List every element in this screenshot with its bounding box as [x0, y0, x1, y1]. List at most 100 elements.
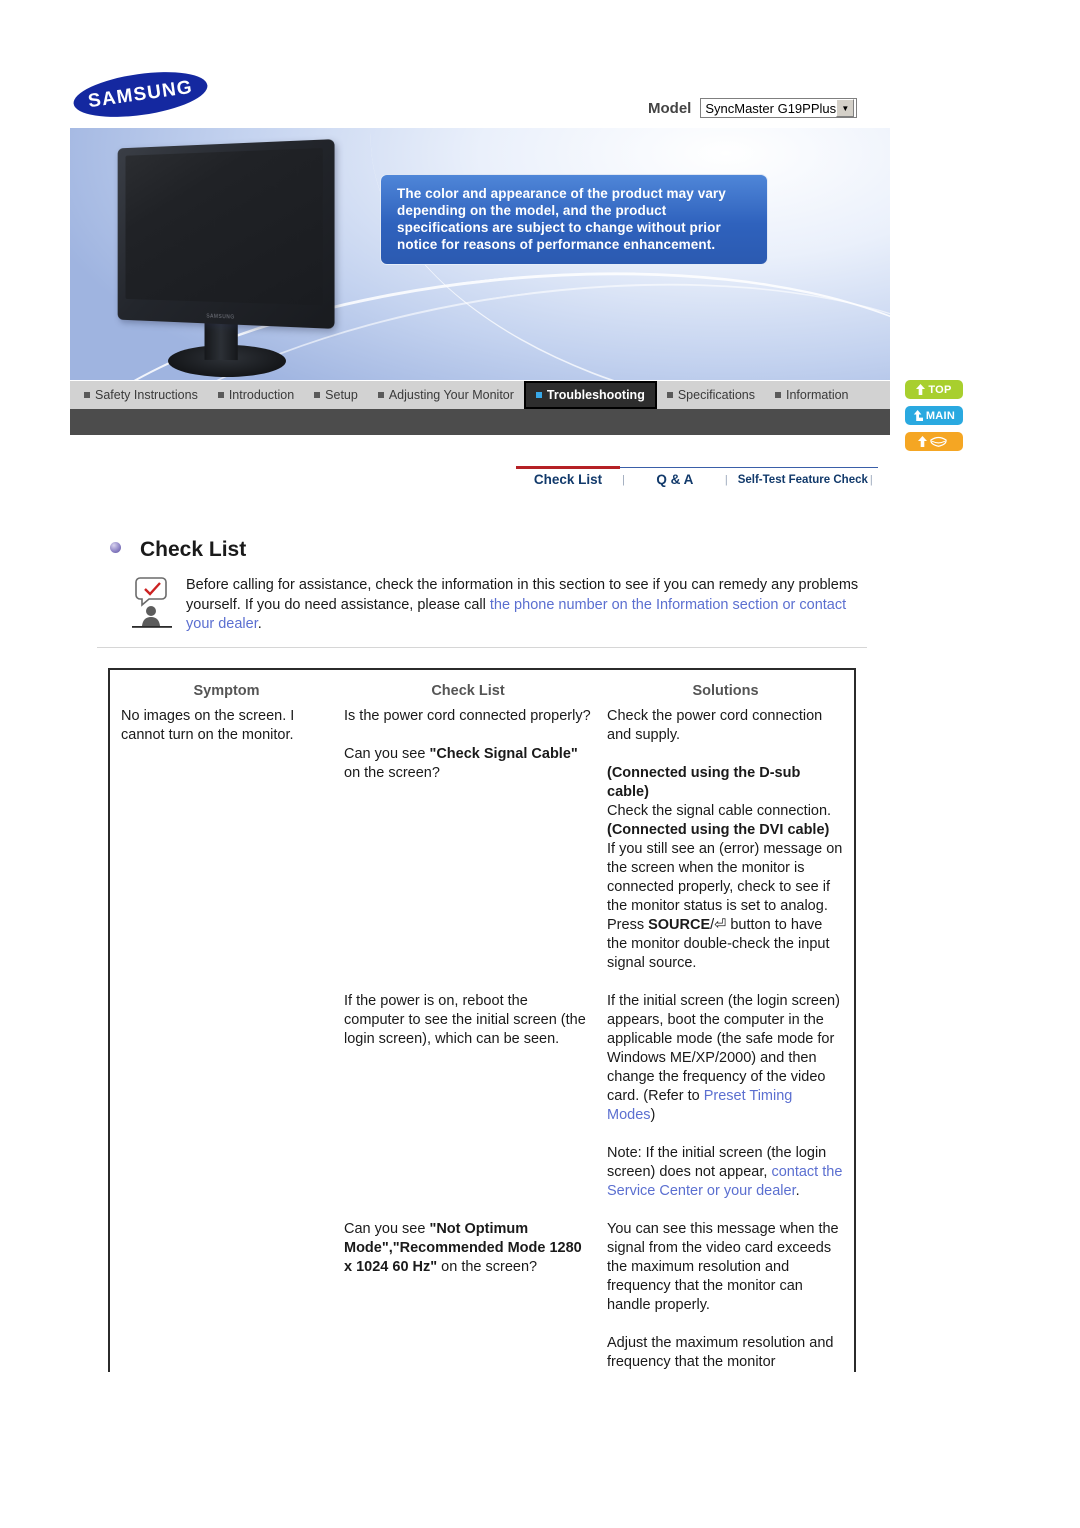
column-header-check-list: Check List — [431, 683, 505, 699]
monitor-bezel: SAMSUNG — [117, 139, 335, 329]
mail-button[interactable] — [905, 432, 963, 451]
mail-icon — [930, 436, 947, 447]
tab-check-list[interactable]: Check List — [516, 472, 620, 487]
top-button[interactable]: TOP — [905, 380, 963, 399]
cell-symptom — [110, 973, 340, 1201]
main-button-label: MAIN — [925, 409, 956, 422]
main-button[interactable]: MAIN — [905, 406, 963, 425]
solution-source-bold: SOURCE — [648, 917, 711, 933]
enter-key-glyph: /⏎ — [710, 917, 727, 933]
nav-item-introduction[interactable]: Introduction — [208, 381, 304, 409]
cell-check-list: Can you see "Not Optimum Mode","Recommen… — [340, 1201, 602, 1372]
cell-solutions: You can see this message when the signal… — [602, 1201, 852, 1372]
bullet-square-icon — [84, 392, 90, 398]
tab-rule — [620, 467, 878, 468]
model-dropdown[interactable]: SyncMaster G19PPlus ▼ — [700, 98, 858, 118]
samsung-logo: SAMSUNG — [70, 64, 211, 125]
product-notice-box: The color and appearance of the product … — [380, 174, 768, 265]
product-notice-text: The color and appearance of the product … — [397, 186, 726, 252]
nav-item-troubleshooting[interactable]: Troubleshooting — [523, 381, 657, 409]
bullet-square-icon — [535, 392, 542, 398]
nav-item-label: Troubleshooting — [546, 388, 645, 402]
samsung-logo-text: SAMSUNG — [86, 76, 195, 112]
checklist-suffix: on the screen? — [344, 765, 440, 781]
solution-text-b: Note: If the initial screen (the login s… — [607, 1144, 844, 1201]
checklist-person-icon — [132, 577, 172, 628]
page-header: SAMSUNG Model SyncMaster G19PPlus ▼ SAMS… — [0, 0, 1080, 487]
solution-bold-dsub: (Connected using the D-sub cable) — [607, 765, 801, 800]
table-row: Can you see "Not Optimum Mode","Recommen… — [110, 1201, 854, 1372]
symptom-text: No images on the screen. I cannot turn o… — [121, 708, 295, 743]
bullet-square-icon — [377, 392, 384, 398]
chevron-down-icon[interactable]: ▼ — [836, 99, 855, 117]
bullet-square-icon — [217, 392, 224, 398]
solution-dsub-text: Check the signal cable connection. — [607, 803, 832, 819]
checklist-text-2: Can you see "Check Signal Cable" on the … — [344, 745, 592, 783]
sub-tab-bar[interactable]: Check List | Q & A | Self-Test Feature C… — [516, 466, 878, 500]
cell-check-list: If the power is on, reboot the computer … — [340, 973, 602, 1201]
navigation-underbar — [70, 409, 890, 435]
monitor-product-image: SAMSUNG — [98, 139, 358, 377]
nav-item-label: Safety Instructions — [95, 388, 198, 402]
solution-text-1: Check the power cord connection and supp… — [607, 708, 823, 743]
checklist-prefix: Can you see — [344, 1221, 430, 1237]
nav-item-label: Information — [785, 388, 849, 402]
nav-item-information[interactable]: Information — [765, 381, 859, 409]
page-title: Check List — [140, 538, 247, 561]
main-navigation[interactable]: Safety Instructions Introduction Setup Adju… — [70, 381, 890, 409]
checklist-bold: "Check Signal Cable" — [429, 746, 578, 762]
troubleshooting-table: Symptom Check List Solutions No images o… — [108, 668, 856, 1372]
nav-item-safety-instructions[interactable]: Safety Instructions — [70, 381, 208, 409]
table-header-row: Symptom Check List Solutions — [110, 670, 854, 707]
table-row: No images on the screen. I cannot turn o… — [110, 707, 854, 973]
column-header-solutions: Solutions — [692, 683, 759, 699]
cell-symptom — [110, 1201, 340, 1372]
arrow-up-icon — [918, 436, 927, 447]
horizontal-divider — [97, 647, 867, 648]
nav-item-label: Introduction — [228, 388, 295, 402]
hero-banner: SAMSUNG The color and appearance of the … — [70, 128, 890, 380]
monitor-screen — [125, 147, 323, 306]
model-dropdown-value: SyncMaster G19PPlus — [705, 100, 837, 116]
intro-paragraph: Before calling for assistance, check the… — [186, 576, 866, 635]
solution-a-end: ) — [650, 1107, 656, 1123]
solution-bold-dvi: (Connected using the DVI cable) — [607, 822, 830, 838]
solution-b-end: . — [795, 1183, 800, 1199]
nav-item-setup[interactable]: Setup — [304, 381, 368, 409]
checklist-text: Can you see "Not Optimum Mode","Recommen… — [344, 1220, 592, 1277]
tab-q-and-a[interactable]: Q & A — [627, 472, 723, 487]
solution-text-a: You can see this message when the signal… — [607, 1221, 839, 1313]
model-label: Model — [648, 99, 692, 117]
model-selector[interactable]: Model SyncMaster G19PPlus ▼ — [648, 98, 858, 118]
cell-solutions: Check the power cord connection and supp… — [602, 707, 852, 973]
tab-separator: | — [622, 473, 625, 486]
active-tab-underline — [516, 466, 620, 469]
side-button-group[interactable]: TOP MAIN — [905, 380, 965, 458]
top-button-label: TOP — [928, 383, 952, 396]
cell-solutions: If the initial screen (the login screen)… — [602, 973, 852, 1201]
tab-self-test-feature-check[interactable]: Self-Test Feature Check — [730, 474, 868, 486]
nav-item-label: Adjusting Your Monitor — [388, 388, 514, 402]
bullet-square-icon — [774, 392, 781, 398]
intro-text-end: . — [257, 616, 262, 632]
checklist-text-1: Is the power cord connected properly? — [344, 708, 591, 724]
column-header-symptom: Symptom — [193, 683, 260, 699]
nav-item-adjusting-your-monitor[interactable]: Adjusting Your Monitor — [368, 381, 524, 409]
monitor-neck — [204, 321, 238, 361]
cell-symptom: No images on the screen. I cannot turn o… — [110, 707, 340, 973]
solution-text-b: Adjust the maximum resolution and freque… — [607, 1335, 834, 1370]
arrow-turn-icon — [913, 410, 923, 421]
tab-separator: | — [869, 473, 873, 486]
checklist-prefix: Can you see — [344, 746, 430, 762]
monitor-brand-label: SAMSUNG — [206, 313, 235, 321]
nav-item-specifications[interactable]: Specifications — [657, 381, 765, 409]
cell-check-list: Is the power cord connected properly? Ca… — [340, 707, 602, 973]
bullet-square-icon — [666, 392, 673, 398]
bullet-icon — [110, 542, 121, 553]
tab-separator: | — [724, 473, 728, 486]
arrow-up-icon — [916, 384, 926, 395]
solution-text-2: (Connected using the D-sub cable) Check t… — [607, 764, 844, 821]
solution-text-3: (Connected using the DVI cable) If you st… — [607, 821, 844, 973]
bullet-square-icon — [314, 392, 321, 398]
checklist-text: If the power is on, reboot the computer … — [344, 993, 586, 1047]
